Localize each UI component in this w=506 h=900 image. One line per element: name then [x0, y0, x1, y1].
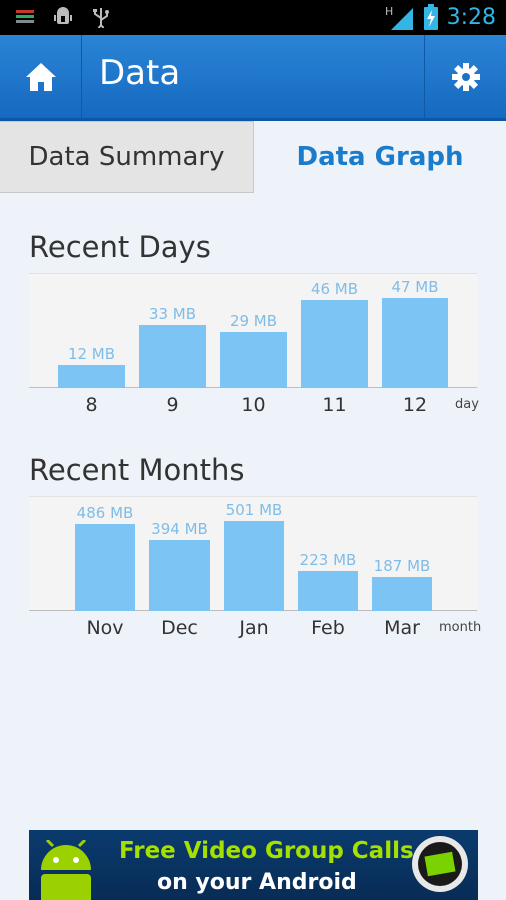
settings-button[interactable]	[424, 35, 506, 118]
chart-bar	[220, 332, 287, 388]
recent-months-title: Recent Months	[29, 453, 245, 487]
chart-bar	[58, 365, 125, 388]
tab-bar: Data Summary Data Graph	[0, 121, 506, 193]
ad-banner[interactable]: Free Video Group Calls on your Android	[29, 830, 478, 900]
video-chat-icon	[412, 836, 468, 892]
bar-value-label: 33 MB	[148, 305, 197, 323]
app-notification-icon	[16, 10, 34, 23]
day-tick-label: 11	[322, 394, 347, 416]
month-tick-label: Feb	[311, 617, 345, 639]
bar-value-label: 501 MB	[225, 501, 283, 519]
month-axis-label: month	[439, 620, 482, 635]
day-tick-label: 8	[85, 394, 98, 416]
chart-bar	[224, 521, 284, 611]
status-bar: H 3:28	[0, 0, 506, 35]
day-tick-label: 12	[402, 394, 428, 416]
day-tick-label: 9	[166, 394, 179, 416]
recent-days-chart: 12 MB 33 MB 29 MB 46 MB 47 MB	[29, 273, 477, 388]
ad-headline: Free Video Group Calls	[119, 838, 414, 864]
bar-value-label: 29 MB	[229, 312, 278, 330]
android-robot-icon	[41, 840, 91, 900]
chart-bar	[298, 571, 358, 611]
signal-icon: H	[385, 5, 413, 30]
tab-label: Data Graph	[296, 142, 464, 172]
tab-label: Data Summary	[28, 142, 225, 172]
battery-charging-icon	[423, 4, 438, 30]
network-type-label: H	[385, 5, 393, 18]
month-tick-label: Dec	[161, 617, 198, 639]
month-tick-label: Nov	[86, 617, 124, 639]
month-tick-label: Jan	[239, 617, 269, 639]
chart-bar	[149, 540, 210, 611]
page-title: Data	[99, 53, 181, 93]
recent-months-chart: 486 MB 394 MB 501 MB 223 MB 187 MB	[29, 496, 477, 611]
bar-value-label: 394 MB	[151, 520, 208, 538]
month-tick-label: Mar	[384, 617, 420, 639]
home-icon	[25, 62, 56, 91]
bar-value-label: 12 MB	[67, 345, 116, 363]
chart-bar	[139, 325, 206, 388]
action-bar: Data	[0, 35, 506, 121]
chart-bar	[301, 300, 368, 388]
bar-value-label: 46 MB	[310, 280, 359, 298]
android-debug-icon	[54, 7, 72, 24]
clock: 3:28	[446, 4, 496, 30]
tab-data-graph[interactable]: Data Graph	[254, 121, 506, 193]
day-tick-label: 10	[241, 394, 266, 416]
tab-data-summary[interactable]: Data Summary	[0, 121, 254, 193]
chart-bar	[372, 577, 432, 611]
gear-icon	[451, 62, 480, 91]
bar-value-label: 187 MB	[373, 557, 431, 575]
chart-bar	[75, 524, 135, 611]
bar-value-label: 47 MB	[391, 278, 439, 296]
chart-bar	[382, 298, 448, 388]
ad-subline: on your Android	[157, 870, 357, 895]
usb-icon	[93, 8, 109, 28]
bar-value-label: 486 MB	[76, 504, 134, 522]
home-button[interactable]	[0, 35, 82, 118]
day-axis-label: day	[455, 397, 479, 412]
recent-days-title: Recent Days	[29, 230, 211, 264]
bar-value-label: 223 MB	[299, 551, 357, 569]
